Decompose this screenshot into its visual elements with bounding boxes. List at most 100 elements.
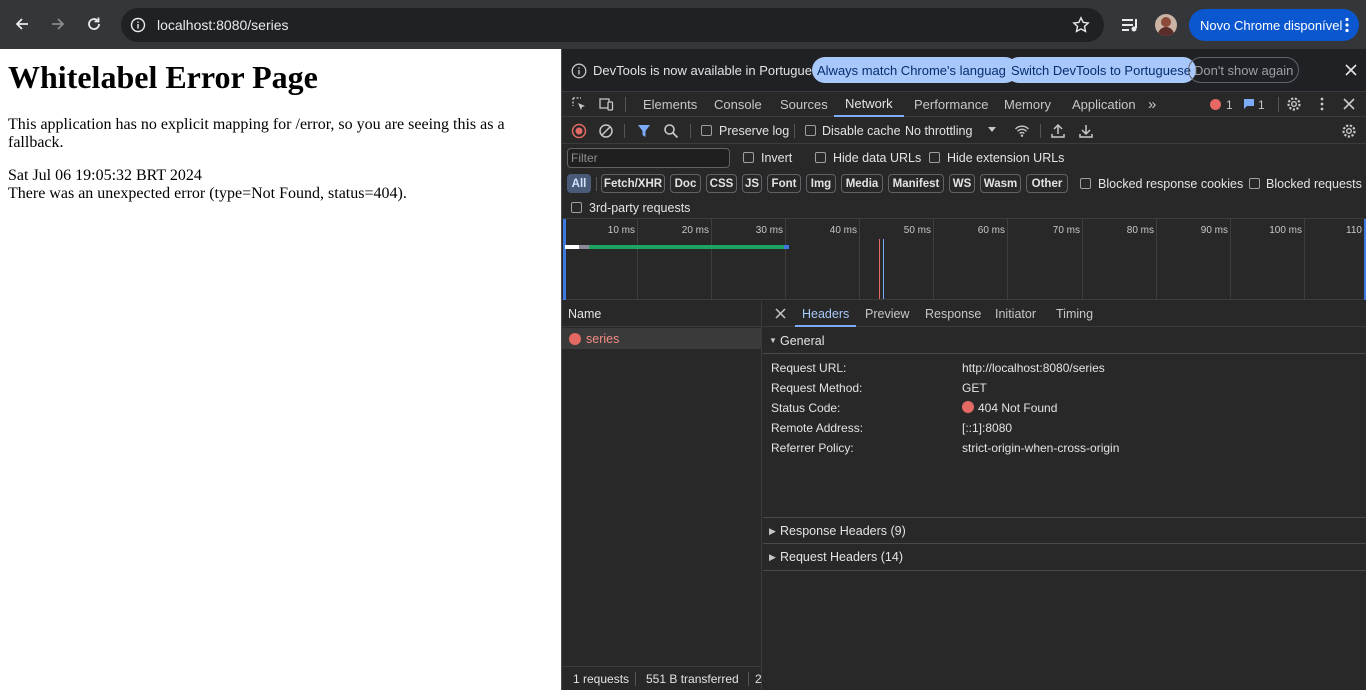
type-chip-media[interactable]: Media xyxy=(841,174,883,193)
request-headers-section[interactable]: ▶ Request Headers (14) xyxy=(763,544,1366,571)
blocked-response-cookies-checkbox[interactable] xyxy=(1080,178,1091,189)
tab-application[interactable]: Application xyxy=(1072,92,1136,117)
load-event-marker xyxy=(879,239,880,299)
type-chip-font[interactable]: Font xyxy=(767,174,801,193)
disable-cache-checkbox[interactable] xyxy=(805,125,816,136)
back-button[interactable] xyxy=(11,13,33,35)
type-chip-ws[interactable]: WS xyxy=(949,174,975,193)
error-count-icon[interactable] xyxy=(1210,99,1221,110)
remote-address-key: Remote Address: xyxy=(771,421,864,435)
type-chip-fetch-xhr[interactable]: Fetch/XHR xyxy=(601,174,665,193)
filter-funnel-icon[interactable] xyxy=(636,123,652,139)
clear-icon[interactable] xyxy=(598,123,614,139)
error-status-icon xyxy=(569,333,581,345)
third-party-checkbox[interactable] xyxy=(571,202,582,213)
general-section-header[interactable]: ▼ General xyxy=(763,328,1366,354)
hide-extension-urls-checkbox[interactable] xyxy=(929,152,940,163)
settings-gear-icon[interactable] xyxy=(1286,96,1302,112)
more-tabs-chevron-icon[interactable]: » xyxy=(1148,92,1156,117)
referrer-policy-value: strict-origin-when-cross-origin xyxy=(962,441,1120,455)
forward-arrow-icon xyxy=(52,18,65,30)
blocked-requests-checkbox[interactable] xyxy=(1249,178,1260,189)
record-stop-icon[interactable] xyxy=(571,123,587,139)
tab-network[interactable]: Network xyxy=(834,92,904,117)
hide-data-urls-checkbox[interactable] xyxy=(815,152,826,163)
tab-console[interactable]: Console xyxy=(714,92,762,117)
close-icon[interactable] xyxy=(1344,63,1358,77)
request-url-value: http://localhost:8080/series xyxy=(962,361,1105,375)
error-timestamp: Sat Jul 06 19:05:32 BRT 2024 xyxy=(8,167,202,184)
request-count: 1 requests xyxy=(573,672,630,686)
device-toolbar-icon[interactable] xyxy=(598,96,614,112)
inspect-element-icon[interactable] xyxy=(571,96,587,112)
type-chip-doc[interactable]: Doc xyxy=(670,174,701,193)
tab-search-icon[interactable] xyxy=(1120,15,1140,35)
domcontentloaded-marker xyxy=(883,239,884,299)
tab-memory[interactable]: Memory xyxy=(1004,92,1051,117)
timeline-queue-bar xyxy=(579,245,589,249)
more-options-icon[interactable] xyxy=(1314,96,1330,112)
timeline-download-bar xyxy=(589,245,784,249)
type-chip-wasm[interactable]: Wasm xyxy=(980,174,1021,193)
response-headers-section[interactable]: ▶ Response Headers (9) xyxy=(763,517,1366,544)
request-row[interactable]: series xyxy=(562,328,762,349)
type-chip-css[interactable]: CSS xyxy=(706,174,737,193)
search-icon[interactable] xyxy=(663,123,679,139)
bookmark-star-icon[interactable] xyxy=(1072,16,1090,34)
tab-sources[interactable]: Sources xyxy=(780,92,828,117)
resource-type-filters: All Fetch/XHR Doc CSS JS Font Img Media … xyxy=(562,171,1366,197)
timeline-tick: 80 ms xyxy=(1126,225,1154,236)
preserve-log-checkbox[interactable] xyxy=(701,125,712,136)
timeline-tick: 90 ms xyxy=(1200,225,1228,236)
tab-performance[interactable]: Performance xyxy=(914,92,988,117)
collapsed-triangle-icon: ▶ xyxy=(769,526,776,536)
switch-language-button[interactable]: Switch DevTools to Portuguese xyxy=(1006,57,1196,83)
tab-headers[interactable]: Headers xyxy=(795,301,857,327)
chrome-update-button[interactable]: Novo Chrome disponível xyxy=(1189,9,1359,41)
match-language-button[interactable]: Always match Chrome's language xyxy=(812,57,1019,83)
response-headers-title: Response Headers (9) xyxy=(780,524,906,538)
network-settings-gear-icon[interactable] xyxy=(1341,123,1357,139)
invert-checkbox[interactable] xyxy=(743,152,754,163)
type-chip-other[interactable]: Other xyxy=(1026,174,1068,193)
site-info-icon[interactable] xyxy=(130,17,146,33)
address-bar[interactable]: localhost:8080/series xyxy=(121,8,1104,42)
import-har-icon[interactable] xyxy=(1050,123,1066,139)
tab-response[interactable]: Response xyxy=(925,301,981,327)
network-overview-timeline[interactable]: 10 ms 20 ms 30 ms 40 ms 50 ms 60 ms 70 m… xyxy=(562,219,1366,300)
dont-show-again-button[interactable]: Don't show again xyxy=(1188,57,1300,83)
error-count[interactable]: 1 xyxy=(1226,92,1233,117)
forward-button[interactable] xyxy=(47,13,69,35)
tab-timing[interactable]: Timing xyxy=(1056,301,1093,327)
url-text[interactable]: localhost:8080/series xyxy=(157,17,289,33)
message-count[interactable]: 1 xyxy=(1258,92,1265,117)
message-count-icon[interactable] xyxy=(1243,98,1255,110)
tab-preview[interactable]: Preview xyxy=(865,301,909,327)
timeline-left-handle[interactable] xyxy=(563,219,566,300)
throttling-select[interactable]: No throttling xyxy=(905,124,972,138)
reload-button[interactable] xyxy=(83,13,105,35)
type-chip-manifest[interactable]: Manifest xyxy=(888,174,944,193)
hide-data-urls-label: Hide data URLs xyxy=(833,151,922,165)
dropdown-caret-icon[interactable] xyxy=(987,124,997,134)
requests-footer: 1 requests 551 B transferred 2 xyxy=(562,666,762,690)
filter-input[interactable]: Filter xyxy=(567,148,730,168)
filter-row: Filter Invert Hide data URLs Hide extens… xyxy=(562,145,1366,169)
referrer-policy-key: Referrer Policy: xyxy=(771,441,854,455)
tab-initiator[interactable]: Initiator xyxy=(995,301,1036,327)
type-chip-js[interactable]: JS xyxy=(742,174,762,193)
network-conditions-wifi-icon[interactable] xyxy=(1014,123,1030,139)
timeline-tick: 40 ms xyxy=(829,225,857,236)
export-har-icon[interactable] xyxy=(1078,123,1094,139)
close-details-icon[interactable] xyxy=(774,307,787,320)
name-column-header[interactable]: Name xyxy=(562,301,762,327)
timeline-tick: 70 ms xyxy=(1052,225,1080,236)
transferred-size: 551 B transferred xyxy=(646,672,739,686)
type-chip-all[interactable]: All xyxy=(567,174,591,193)
tab-elements[interactable]: Elements xyxy=(643,92,697,117)
close-devtools-icon[interactable] xyxy=(1341,96,1357,112)
request-details: Headers Preview Response Initiator Timin… xyxy=(763,301,1366,690)
profile-avatar[interactable] xyxy=(1155,14,1177,36)
expanded-triangle-icon: ▼ xyxy=(769,336,777,345)
type-chip-img[interactable]: Img xyxy=(806,174,836,193)
